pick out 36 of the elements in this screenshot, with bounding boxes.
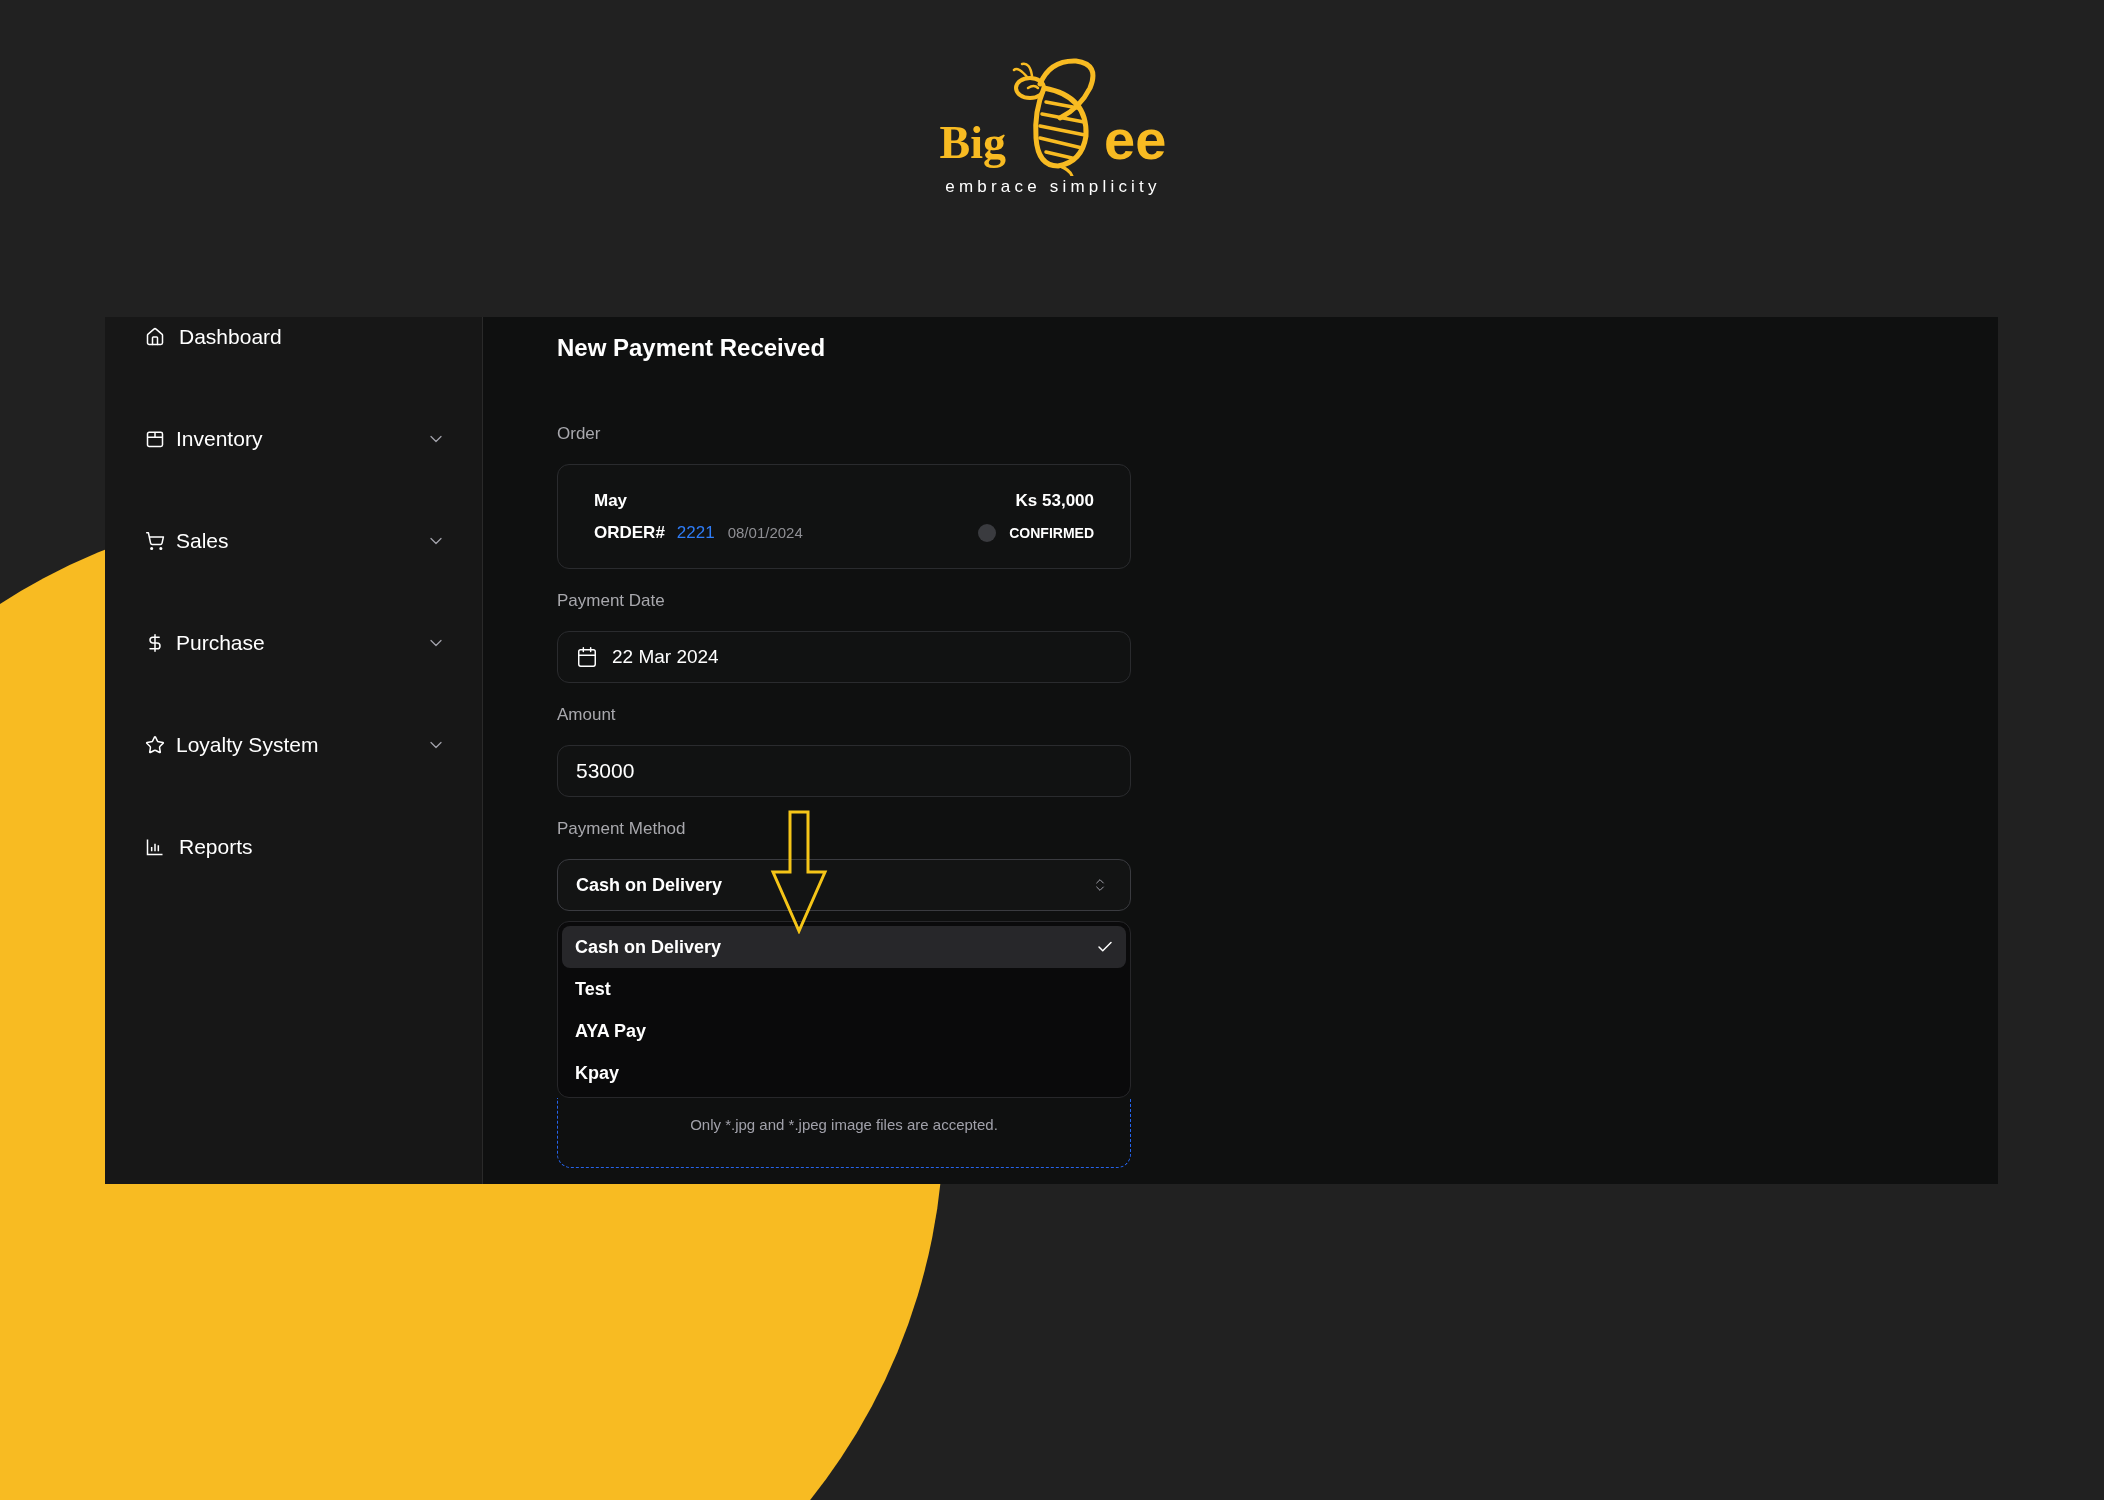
amount-field[interactable]: 53000: [557, 745, 1131, 797]
field-label: Amount: [557, 705, 617, 725]
order-prefix: ORDER#: [594, 522, 665, 543]
dropdown-option[interactable]: AYA Pay: [562, 1010, 1126, 1052]
box-icon: [145, 429, 165, 449]
cart-icon: [145, 531, 165, 551]
sidebar-item[interactable]: Dashboard: [145, 317, 446, 357]
field-label: Payment Method: [557, 819, 687, 839]
sidebar-item[interactable]: Inventory: [145, 419, 446, 459]
calendar-icon: [576, 646, 598, 668]
status-dot: [978, 523, 997, 542]
customer-name: May: [594, 490, 628, 511]
dropdown-option[interactable]: Test: [562, 968, 1126, 1010]
dropdown-option[interactable]: Kpay: [562, 1052, 1126, 1094]
dropdown-option[interactable]: Cash on Delivery: [562, 926, 1126, 968]
logo-text: Big: [939, 120, 1007, 166]
logo-text: ee: [1104, 112, 1167, 168]
sidebar-item[interactable]: Sales: [145, 521, 446, 561]
payment-method-select[interactable]: Cash on Delivery: [557, 859, 1131, 911]
field-label: Order: [557, 424, 602, 444]
sidebar-item[interactable]: Reports: [145, 827, 446, 867]
page-title: New Payment Received: [557, 333, 827, 363]
sidebar-item[interactable]: Loyalty System: [145, 725, 446, 765]
upload-hint: Only *.jpg and *.jpeg image files are accepted.: [690, 1116, 998, 1133]
date-field[interactable]: 22 Mar 2024: [557, 631, 1131, 683]
home-icon: [145, 327, 165, 347]
order-total: Ks 53,000: [1015, 490, 1094, 511]
field-label: Payment Date: [557, 591, 666, 611]
logo-tagline: embrace simplicity: [945, 178, 1161, 197]
upload-dropzone[interactable]: Only *.jpg and *.jpeg image files are accepted.: [557, 1098, 1131, 1168]
bar-chart-icon: [145, 837, 165, 857]
sidebar-item[interactable]: Purchase: [145, 623, 446, 663]
order-status: CONFIRMED: [1009, 524, 1094, 541]
star-icon: [145, 735, 165, 755]
order-number-link[interactable]: 2221: [676, 522, 715, 543]
order-date: 08/01/2024: [727, 524, 803, 541]
